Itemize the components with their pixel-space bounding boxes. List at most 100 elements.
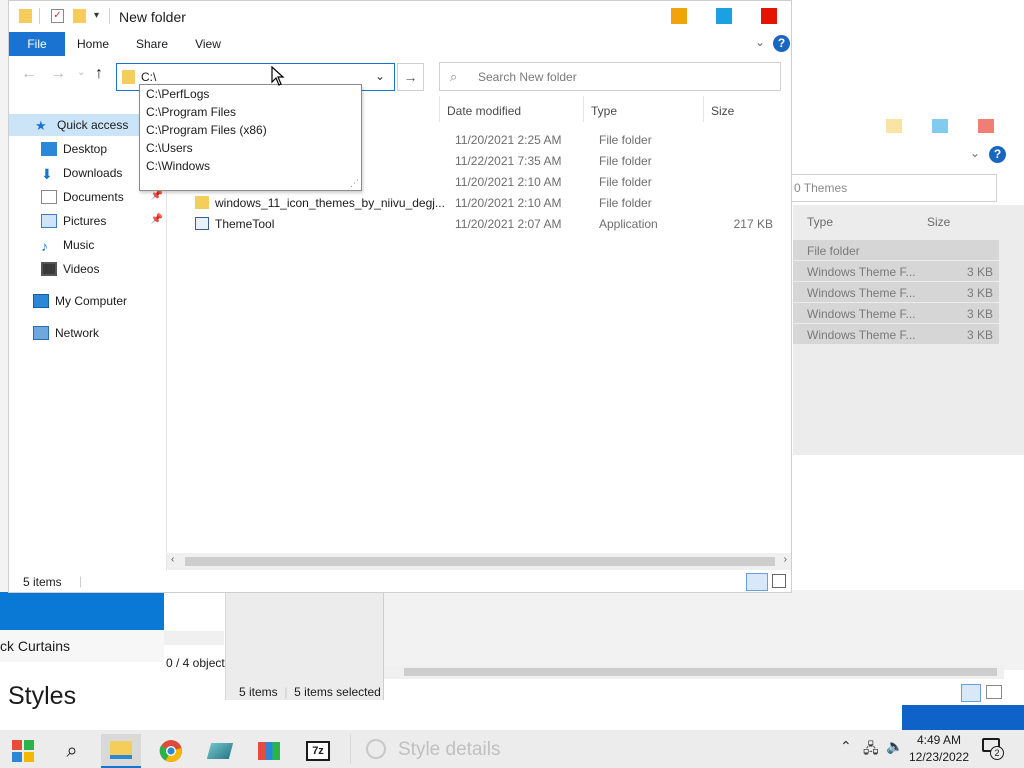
bg-table-row[interactable]: Windows Theme F... 3 KB (793, 303, 999, 323)
app-taskbar-button[interactable] (200, 734, 240, 768)
file-date: 11/20/2021 2:10 AM (455, 196, 562, 210)
bg-maximize-icon[interactable] (932, 119, 948, 133)
sidebar-item-music[interactable]: ♪ Music (9, 234, 167, 256)
table-row[interactable]: ThemeTool 11/20/2021 2:07 AM Application… (179, 213, 785, 234)
search-icon[interactable]: ⌕ (52, 734, 92, 768)
autocomplete-item[interactable]: C:\Program Files (146, 105, 236, 119)
file-type: Application (599, 217, 658, 231)
sidebar-item-network[interactable]: Network (9, 322, 167, 344)
autocomplete-item[interactable]: C:\Users (146, 141, 193, 155)
bg-ribbon-expand-icon[interactable]: ⌄ (970, 146, 980, 160)
folder-icon (195, 196, 209, 209)
notifications-icon[interactable]: 2 (982, 738, 1004, 760)
info-icon (366, 739, 386, 759)
bg-tiles-view-icon[interactable] (986, 685, 1002, 699)
details-view-icon[interactable] (746, 573, 768, 591)
autocomplete-item[interactable]: C:\PerfLogs (146, 87, 209, 101)
sidebar-item-pictures[interactable]: Pictures 📌 (9, 210, 167, 232)
ribbon-expand-icon[interactable]: ⌄ (755, 35, 765, 49)
tab-home[interactable]: Home (71, 32, 115, 56)
sidebar-item-my-computer[interactable]: My Computer (9, 290, 167, 312)
download-icon: ⬇ (41, 166, 53, 182)
status-separator: | (79, 574, 83, 588)
file-date: 11/20/2021 2:25 AM (455, 133, 562, 147)
tab-file[interactable]: File (9, 32, 65, 56)
bg-table-row[interactable]: Windows Theme F... 3 KB (793, 324, 999, 344)
bg-minimize-icon[interactable] (886, 119, 902, 133)
bg-objects-count: 0 / 4 object (166, 656, 225, 670)
up-arrow-icon[interactable]: ↑ (95, 65, 103, 83)
help-icon[interactable]: ? (773, 35, 790, 52)
bg-help-icon[interactable]: ? (989, 146, 1006, 163)
column-separator[interactable] (583, 96, 584, 122)
file-type: File folder (599, 175, 652, 189)
column-separator[interactable] (439, 96, 440, 122)
theme-tool-taskbar-button[interactable] (249, 734, 289, 768)
desktop-icon (41, 142, 57, 156)
volume-icon[interactable]: 🔈 (886, 738, 903, 755)
bg-col-size[interactable]: Size (927, 215, 950, 229)
clock[interactable]: 4:49 AM 12/23/2022 (908, 732, 970, 766)
bg-details-view-icon[interactable] (961, 684, 981, 702)
forward-arrow-icon[interactable]: → (50, 65, 66, 83)
horizontal-scrollbar[interactable]: ‹ › (167, 553, 791, 570)
navigation-bar: ← → ⌄ ↑ ⌄ → ⌕ (9, 56, 791, 96)
back-arrow-icon[interactable]: ← (21, 65, 37, 83)
quick-access-dropdown-icon[interactable]: ▾ (94, 10, 99, 21)
autocomplete-item[interactable]: C:\Program Files (x86) (146, 123, 267, 137)
network-tray-icon[interactable]: 🖧 (863, 738, 879, 762)
close-icon[interactable] (761, 8, 777, 24)
mouse-cursor-icon (271, 66, 285, 86)
sidebar-item-videos[interactable]: Videos (9, 258, 167, 280)
bg-close-icon[interactable] (978, 119, 994, 133)
maximize-icon[interactable] (716, 8, 732, 24)
bg-table-row[interactable]: File folder (793, 240, 999, 260)
tab-share[interactable]: Share (131, 32, 173, 56)
minimize-icon[interactable] (671, 8, 687, 24)
explorer-window: ✓ ▾ New folder File Home Share View ⌄ ? … (8, 0, 792, 593)
scroll-left-icon[interactable]: ‹ (171, 554, 174, 565)
properties-icon[interactable]: ✓ (51, 9, 64, 23)
pin-icon[interactable]: 📌 (151, 190, 163, 201)
large-icons-view-icon[interactable] (772, 574, 786, 588)
table-row[interactable]: windows_11_icon_themes_by_niivu_degj... … (179, 192, 785, 213)
file-size: 217 KB (733, 217, 773, 231)
column-date-modified[interactable]: Date modified (447, 104, 521, 118)
bg-status-items: 5 items (239, 685, 278, 699)
show-hidden-icons-icon[interactable]: ⌃ (840, 738, 852, 755)
windows-logo-icon (12, 740, 34, 762)
search-input[interactable] (478, 68, 768, 86)
bg-grey-area (226, 590, 384, 700)
separator (109, 8, 110, 24)
style-details-label: Style details (398, 739, 501, 760)
recent-locations-icon[interactable]: ⌄ (77, 67, 85, 78)
address-dropdown-icon[interactable]: ⌄ (375, 69, 385, 83)
bg-table-row[interactable]: Windows Theme F... 3 KB (793, 261, 999, 281)
bg-table-row[interactable]: Windows Theme F... 3 KB (793, 282, 999, 302)
bg-scroll-thumb[interactable] (404, 668, 997, 676)
music-icon: ♪ (41, 238, 48, 254)
scroll-thumb[interactable] (185, 557, 775, 566)
new-folder-icon[interactable] (73, 9, 86, 23)
start-button[interactable] (3, 734, 43, 768)
bg-col-type[interactable]: Type (807, 215, 833, 229)
taskbar-separator (350, 734, 351, 764)
autocomplete-item[interactable]: C:\Windows (146, 159, 210, 173)
theme-tool-icon (258, 742, 280, 760)
scroll-right-icon[interactable]: › (784, 554, 787, 565)
file-date: 11/20/2021 2:10 AM (455, 175, 562, 189)
chrome-taskbar-button[interactable] (151, 734, 191, 768)
file-explorer-taskbar-button[interactable] (101, 734, 141, 768)
resize-grip-icon[interactable]: ⋰ (350, 178, 359, 189)
go-arrow-icon[interactable]: → (397, 63, 424, 91)
search-box[interactable]: ⌕ (439, 62, 781, 91)
sidebar-item-label: Documents (63, 190, 124, 204)
column-size[interactable]: Size (711, 104, 734, 118)
pin-icon[interactable]: 📌 (151, 214, 163, 225)
column-separator[interactable] (703, 96, 704, 122)
tab-view[interactable]: View (189, 32, 227, 56)
bg-search-field[interactable]: 0 Themes (789, 174, 997, 202)
7zip-taskbar-button[interactable]: 7z (298, 734, 338, 768)
column-type[interactable]: Type (591, 104, 617, 118)
bg-left-scrollbar[interactable] (164, 631, 224, 645)
